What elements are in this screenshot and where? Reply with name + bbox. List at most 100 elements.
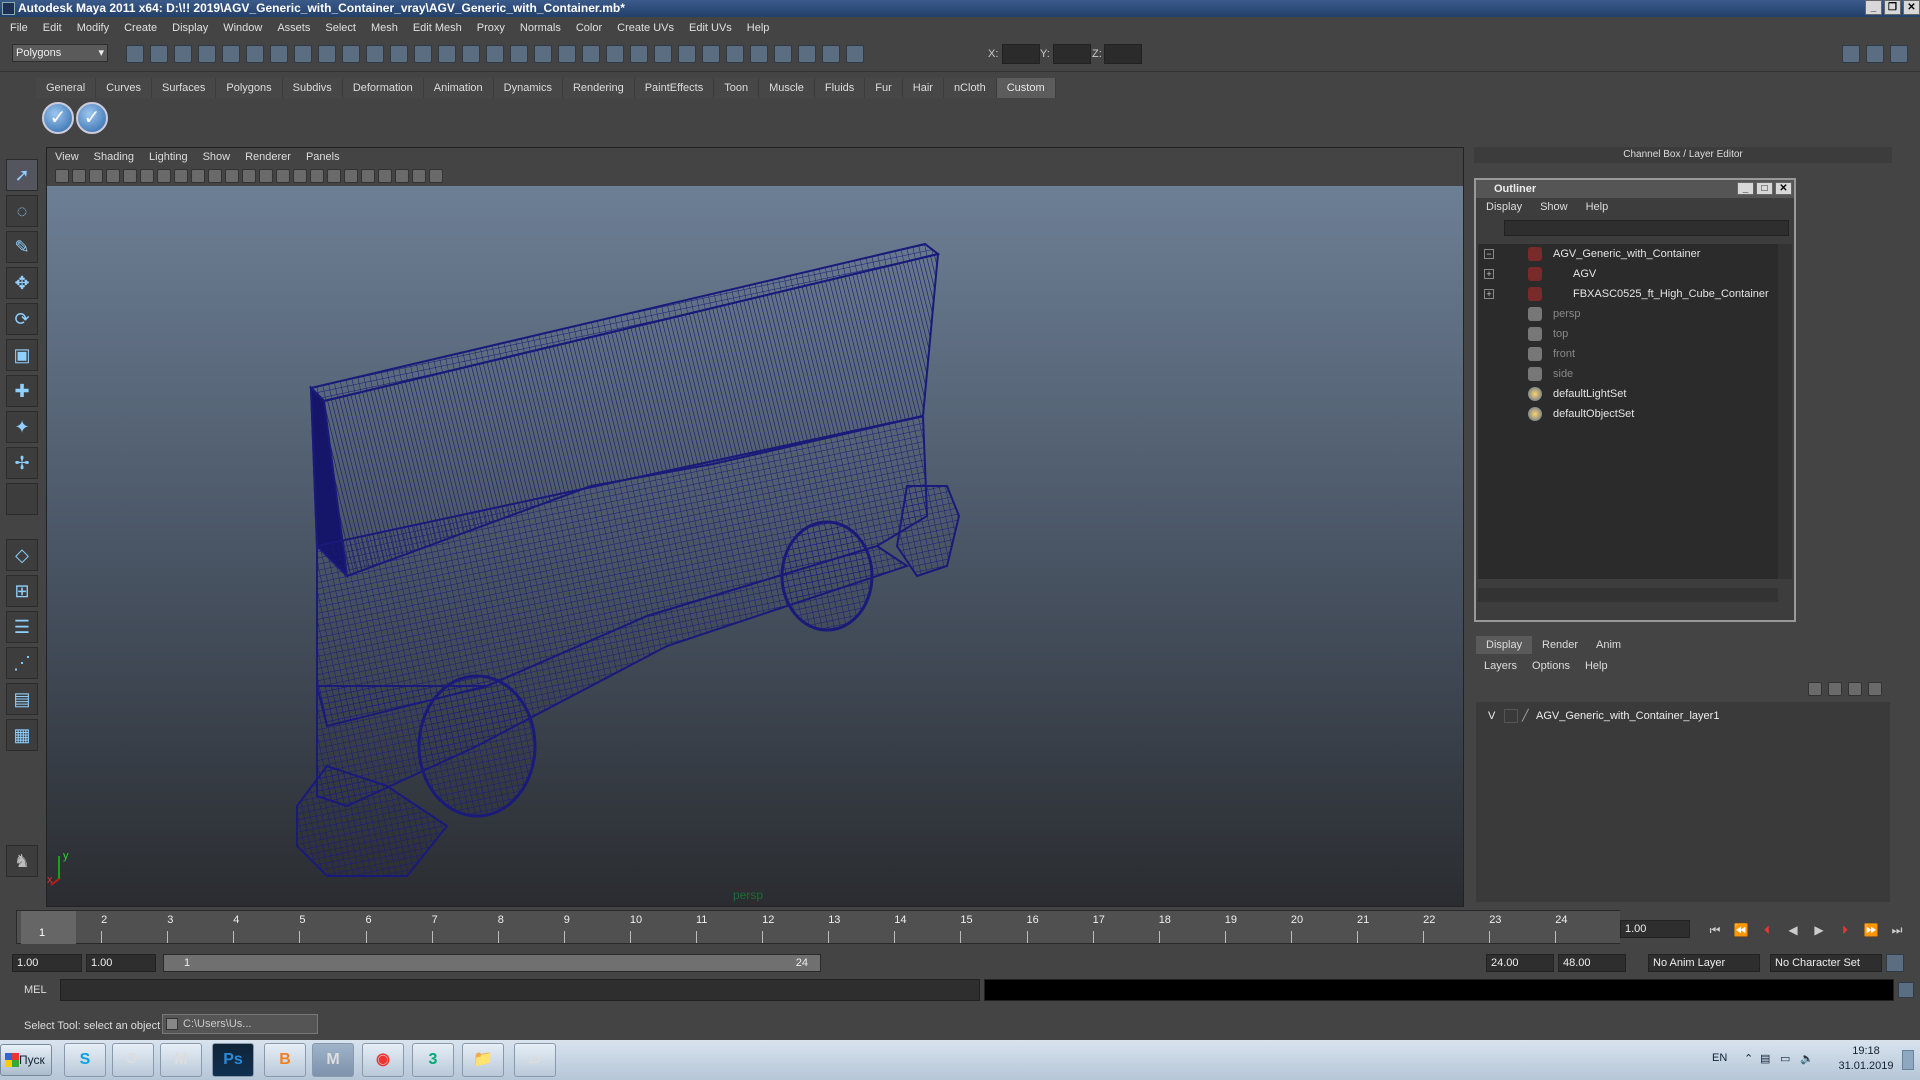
x-field[interactable] — [1002, 44, 1040, 64]
layer-menu-help[interactable]: Help — [1585, 660, 1608, 672]
perspective-viewport[interactable]: View Shading Lighting Show Renderer Pane… — [46, 147, 1464, 907]
tab-render-layers[interactable]: Render — [1532, 636, 1588, 654]
tab-deformation[interactable]: Deformation — [342, 78, 424, 98]
list-item[interactable]: side — [1478, 364, 1778, 384]
layer-visibility-toggle[interactable]: V — [1488, 706, 1495, 726]
uv-layout-icon[interactable]: ▦ — [6, 719, 38, 751]
step-forward-frame-icon[interactable]: ⏵ — [1836, 922, 1854, 938]
camera-icon[interactable] — [654, 45, 672, 63]
list-item[interactable]: front — [1478, 344, 1778, 364]
channel-box-toggle-icon[interactable] — [1890, 45, 1908, 63]
scale-tool-icon[interactable]: ▣ — [6, 339, 38, 371]
viewport-canvas[interactable]: y x persp — [47, 186, 1463, 906]
go-to-start-icon[interactable]: ⏮ — [1706, 922, 1724, 938]
light-icon[interactable] — [678, 45, 696, 63]
language-indicator[interactable]: EN — [1712, 1052, 1727, 1064]
render-frame-icon[interactable] — [462, 45, 480, 63]
new-layer-icon[interactable] — [1848, 682, 1862, 696]
select-hierarchy-icon[interactable] — [198, 45, 216, 63]
menu-edit-mesh[interactable]: Edit Mesh — [413, 22, 462, 34]
graph-layout-icon[interactable]: ⋰ — [6, 647, 38, 679]
history-icon[interactable] — [438, 45, 456, 63]
hypershade-layout-icon[interactable]: ▤ — [6, 683, 38, 715]
four-view-layout-icon[interactable]: ⊞ — [6, 575, 38, 607]
maya-taskbar-icon[interactable]: M — [312, 1043, 354, 1077]
shadows-icon[interactable] — [361, 169, 375, 183]
sync-app-icon[interactable]: ⟳ — [112, 1043, 154, 1077]
collapse-icon[interactable]: − — [1484, 249, 1494, 259]
minimized-window-button[interactable]: C:\Users\Us... — [162, 1014, 318, 1034]
menu-window[interactable]: Window — [223, 22, 262, 34]
menu-modify[interactable]: Modify — [77, 22, 109, 34]
safe-title-icon[interactable] — [259, 169, 273, 183]
make-live-icon[interactable] — [366, 45, 384, 63]
show-desktop-button[interactable] — [1902, 1050, 1914, 1070]
list-item[interactable]: defaultLightSet — [1478, 384, 1778, 404]
gate-mask-icon[interactable] — [208, 169, 222, 183]
tab-display-layers[interactable]: Display — [1476, 636, 1533, 654]
skype-icon[interactable]: S — [64, 1043, 106, 1077]
menu-select[interactable]: Select — [325, 22, 356, 34]
menu-file[interactable]: File — [10, 22, 28, 34]
save-scene-icon[interactable] — [174, 45, 192, 63]
snap-curve-icon[interactable] — [294, 45, 312, 63]
menu-proxy[interactable]: Proxy — [477, 22, 505, 34]
layer-type-toggle[interactable] — [1504, 709, 1518, 723]
playback-end-field[interactable]: 24.00 — [1486, 954, 1554, 972]
output-ops-icon[interactable] — [414, 45, 432, 63]
volume-icon[interactable]: 🔈 — [1800, 1052, 1814, 1065]
step-forward-key-icon[interactable]: ⏩ — [1862, 922, 1880, 938]
tab-fur[interactable]: Fur — [865, 78, 903, 98]
play-backwards-icon[interactable]: ◀ — [1784, 922, 1802, 938]
time-slider[interactable]: 123456789101112131415161718192021222324 … — [10, 910, 1640, 950]
rig-icon[interactable]: ♞ — [6, 845, 38, 877]
grease-pencil-icon[interactable] — [140, 169, 154, 183]
character-set-dropdown[interactable]: No Character Set — [1770, 954, 1882, 972]
select-object-icon[interactable] — [222, 45, 240, 63]
outliner-layout-icon[interactable]: ☰ — [6, 611, 38, 643]
xray-icon[interactable] — [378, 169, 392, 183]
new-layer-from-selection-icon[interactable] — [1868, 682, 1882, 696]
move-layer-up-icon[interactable] — [1808, 682, 1822, 696]
menu-mesh[interactable]: Mesh — [371, 22, 398, 34]
clock-time[interactable]: 19:18 — [1840, 1045, 1892, 1057]
start-button[interactable]: Пуск — [0, 1044, 52, 1076]
input-ops-icon[interactable] — [390, 45, 408, 63]
tab-fluids[interactable]: Fluids — [814, 78, 866, 98]
layer-color-icon[interactable]: ╱ — [1522, 706, 1529, 726]
layer-menu-options[interactable]: Options — [1532, 660, 1570, 672]
viewport-menu-show[interactable]: Show — [203, 151, 231, 163]
outliner-horizontal-scrollbar[interactable] — [1478, 588, 1778, 602]
attributes-icon[interactable] — [702, 45, 720, 63]
outliner-menu-show[interactable]: Show — [1540, 201, 1568, 213]
check-icon[interactable]: ✓ — [76, 102, 108, 134]
tab-curves[interactable]: Curves — [96, 78, 152, 98]
tab-polygons[interactable]: Polygons — [216, 78, 283, 98]
transform-icon[interactable] — [822, 45, 840, 63]
high-quality-icon[interactable] — [412, 169, 426, 183]
menu-create-uvs[interactable]: Create UVs — [617, 22, 674, 34]
paint-select-tool-icon[interactable]: ✎ — [6, 231, 38, 263]
image-plane-icon[interactable] — [106, 169, 120, 183]
expand-icon[interactable]: + — [1484, 269, 1494, 279]
go-to-end-icon[interactable]: ⏭ — [1888, 922, 1906, 938]
smooth-shade-icon[interactable] — [293, 169, 307, 183]
move-layer-down-icon[interactable] — [1828, 682, 1842, 696]
camera-select-icon[interactable] — [55, 169, 69, 183]
lasso-tool-icon[interactable]: ◌ — [6, 195, 38, 227]
new-scene-icon[interactable] — [126, 45, 144, 63]
range-slider[interactable]: 1 24 — [163, 954, 821, 972]
clock-date[interactable]: 31.01.2019 — [1836, 1060, 1896, 1072]
menu-help[interactable]: Help — [747, 22, 770, 34]
chrome-icon[interactable]: ◉ — [362, 1043, 404, 1077]
expand-icon[interactable]: + — [1484, 289, 1494, 299]
outliner-menu-help[interactable]: Help — [1586, 201, 1609, 213]
tab-hair[interactable]: Hair — [902, 78, 944, 98]
step-back-key-icon[interactable]: ⏪ — [1732, 922, 1750, 938]
use-default-light-icon[interactable] — [344, 169, 358, 183]
resolution-gate-icon[interactable] — [191, 169, 205, 183]
snap-point-icon[interactable] — [318, 45, 336, 63]
menu-set-dropdown[interactable]: Polygons ▾ — [12, 44, 108, 62]
safe-action-icon[interactable] — [242, 169, 256, 183]
uv-icon[interactable] — [750, 45, 768, 63]
